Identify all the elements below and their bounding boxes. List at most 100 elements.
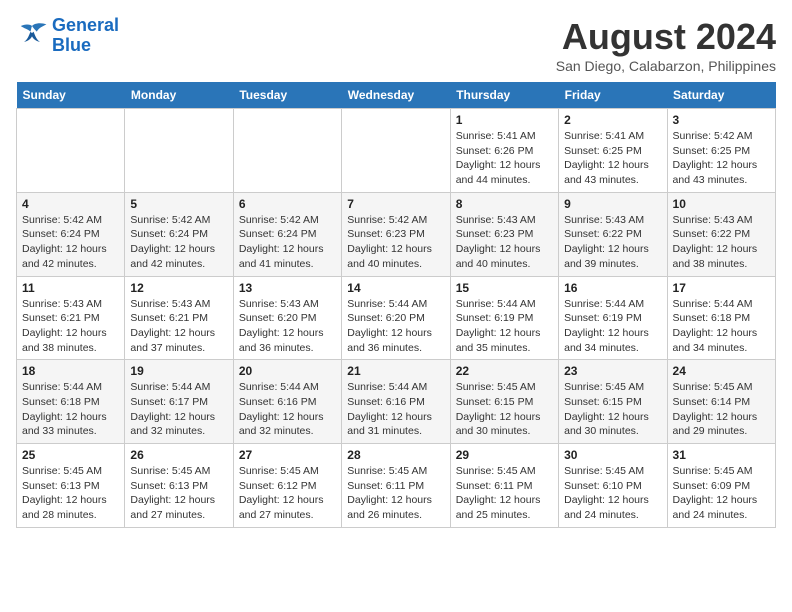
day-info: Sunrise: 5:45 AM Sunset: 6:11 PM Dayligh… — [347, 464, 444, 523]
day-number: 15 — [456, 281, 553, 295]
day-number: 27 — [239, 448, 336, 462]
day-info: Sunrise: 5:42 AM Sunset: 6:24 PM Dayligh… — [22, 213, 119, 272]
day-info: Sunrise: 5:44 AM Sunset: 6:19 PM Dayligh… — [564, 297, 661, 356]
day-header-tuesday: Tuesday — [233, 82, 341, 109]
calendar-cell: 26 Sunrise: 5:45 AM Sunset: 6:13 PM Dayli… — [125, 444, 233, 528]
day-info: Sunrise: 5:44 AM Sunset: 6:16 PM Dayligh… — [239, 380, 336, 439]
day-info: Sunrise: 5:45 AM Sunset: 6:15 PM Dayligh… — [564, 380, 661, 439]
calendar-week-row: 25 Sunrise: 5:45 AM Sunset: 6:13 PM Dayli… — [17, 444, 776, 528]
calendar-cell: 21 Sunrise: 5:44 AM Sunset: 6:16 PM Dayli… — [342, 360, 450, 444]
day-info: Sunrise: 5:45 AM Sunset: 6:13 PM Dayligh… — [22, 464, 119, 523]
day-number: 23 — [564, 364, 661, 378]
day-info: Sunrise: 5:45 AM Sunset: 6:09 PM Dayligh… — [673, 464, 770, 523]
day-info: Sunrise: 5:42 AM Sunset: 6:24 PM Dayligh… — [239, 213, 336, 272]
calendar-cell: 4 Sunrise: 5:42 AM Sunset: 6:24 PM Daylig… — [17, 192, 125, 276]
day-info: Sunrise: 5:44 AM Sunset: 6:19 PM Dayligh… — [456, 297, 553, 356]
calendar-cell: 12 Sunrise: 5:43 AM Sunset: 6:21 PM Dayli… — [125, 276, 233, 360]
day-info: Sunrise: 5:44 AM Sunset: 6:20 PM Dayligh… — [347, 297, 444, 356]
day-info: Sunrise: 5:44 AM Sunset: 6:16 PM Dayligh… — [347, 380, 444, 439]
day-info: Sunrise: 5:43 AM Sunset: 6:23 PM Dayligh… — [456, 213, 553, 272]
day-info: Sunrise: 5:41 AM Sunset: 6:26 PM Dayligh… — [456, 129, 553, 188]
day-number: 5 — [130, 197, 227, 211]
day-info: Sunrise: 5:44 AM Sunset: 6:18 PM Dayligh… — [673, 297, 770, 356]
day-number: 11 — [22, 281, 119, 295]
calendar-cell: 20Sunrise: 5:44 AM Sunset: 6:16 PM Dayli… — [233, 360, 341, 444]
calendar-cell: 13 Sunrise: 5:43 AM Sunset: 6:20 PM Dayli… — [233, 276, 341, 360]
calendar-week-row: 4 Sunrise: 5:42 AM Sunset: 6:24 PM Daylig… — [17, 192, 776, 276]
day-number: 6 — [239, 197, 336, 211]
calendar-cell: 30Sunrise: 5:45 AM Sunset: 6:10 PM Dayli… — [559, 444, 667, 528]
day-number: 4 — [22, 197, 119, 211]
day-info: Sunrise: 5:43 AM Sunset: 6:22 PM Dayligh… — [673, 213, 770, 272]
calendar-cell: 24 Sunrise: 5:45 AM Sunset: 6:14 PM Dayli… — [667, 360, 775, 444]
day-info: Sunrise: 5:45 AM Sunset: 6:13 PM Dayligh… — [130, 464, 227, 523]
day-info: Sunrise: 5:42 AM Sunset: 6:23 PM Dayligh… — [347, 213, 444, 272]
day-number: 16 — [564, 281, 661, 295]
calendar-cell: 3 Sunrise: 5:42 AM Sunset: 6:25 PM Daylig… — [667, 109, 775, 193]
day-header-friday: Friday — [559, 82, 667, 109]
calendar-cell: 31 Sunrise: 5:45 AM Sunset: 6:09 PM Dayli… — [667, 444, 775, 528]
calendar-week-row: 18Sunrise: 5:44 AM Sunset: 6:18 PM Dayli… — [17, 360, 776, 444]
day-info: Sunrise: 5:45 AM Sunset: 6:12 PM Dayligh… — [239, 464, 336, 523]
calendar-cell: 6 Sunrise: 5:42 AM Sunset: 6:24 PM Daylig… — [233, 192, 341, 276]
day-header-saturday: Saturday — [667, 82, 775, 109]
calendar-cell — [233, 109, 341, 193]
month-title: August 2024 — [556, 16, 776, 58]
calendar-cell: 1 Sunrise: 5:41 AM Sunset: 6:26 PM Daylig… — [450, 109, 558, 193]
day-number: 12 — [130, 281, 227, 295]
calendar-cell: 23 Sunrise: 5:45 AM Sunset: 6:15 PM Dayli… — [559, 360, 667, 444]
day-number: 28 — [347, 448, 444, 462]
day-number: 10 — [673, 197, 770, 211]
calendar-header-row: SundayMondayTuesdayWednesdayThursdayFrid… — [17, 82, 776, 109]
day-number: 13 — [239, 281, 336, 295]
calendar-cell: 16 Sunrise: 5:44 AM Sunset: 6:19 PM Dayli… — [559, 276, 667, 360]
day-info: Sunrise: 5:44 AM Sunset: 6:18 PM Dayligh… — [22, 380, 119, 439]
day-number: 19 — [130, 364, 227, 378]
day-number: 9 — [564, 197, 661, 211]
title-area: August 2024 San Diego, Calabarzon, Phili… — [556, 16, 776, 74]
calendar-cell: 22Sunrise: 5:45 AM Sunset: 6:15 PM Dayli… — [450, 360, 558, 444]
calendar-cell: 25 Sunrise: 5:45 AM Sunset: 6:13 PM Dayli… — [17, 444, 125, 528]
calendar-cell: 15 Sunrise: 5:44 AM Sunset: 6:19 PM Dayli… — [450, 276, 558, 360]
day-number: 29 — [456, 448, 553, 462]
calendar-cell: 2Sunrise: 5:41 AM Sunset: 6:25 PM Daylig… — [559, 109, 667, 193]
calendar-cell: 17Sunrise: 5:44 AM Sunset: 6:18 PM Dayli… — [667, 276, 775, 360]
calendar-cell: 9 Sunrise: 5:43 AM Sunset: 6:22 PM Daylig… — [559, 192, 667, 276]
day-number: 7 — [347, 197, 444, 211]
page-header: General Blue August 2024 San Diego, Cala… — [16, 16, 776, 74]
calendar-cell: 7 Sunrise: 5:42 AM Sunset: 6:23 PM Daylig… — [342, 192, 450, 276]
calendar-cell: 18Sunrise: 5:44 AM Sunset: 6:18 PM Dayli… — [17, 360, 125, 444]
calendar-table: SundayMondayTuesdayWednesdayThursdayFrid… — [16, 82, 776, 528]
day-number: 25 — [22, 448, 119, 462]
calendar-week-row: 1 Sunrise: 5:41 AM Sunset: 6:26 PM Daylig… — [17, 109, 776, 193]
day-info: Sunrise: 5:43 AM Sunset: 6:21 PM Dayligh… — [130, 297, 227, 356]
day-number: 24 — [673, 364, 770, 378]
day-number: 8 — [456, 197, 553, 211]
day-info: Sunrise: 5:42 AM Sunset: 6:25 PM Dayligh… — [673, 129, 770, 188]
day-number: 30 — [564, 448, 661, 462]
calendar-cell: 8 Sunrise: 5:43 AM Sunset: 6:23 PM Daylig… — [450, 192, 558, 276]
calendar-week-row: 11 Sunrise: 5:43 AM Sunset: 6:21 PM Dayli… — [17, 276, 776, 360]
calendar-cell: 11Sunrise: 5:43 AM Sunset: 6:21 PM Dayli… — [17, 276, 125, 360]
day-header-sunday: Sunday — [17, 82, 125, 109]
day-number: 21 — [347, 364, 444, 378]
day-info: Sunrise: 5:43 AM Sunset: 6:20 PM Dayligh… — [239, 297, 336, 356]
day-info: Sunrise: 5:45 AM Sunset: 6:14 PM Dayligh… — [673, 380, 770, 439]
calendar-cell: 19Sunrise: 5:44 AM Sunset: 6:17 PM Dayli… — [125, 360, 233, 444]
day-number: 22 — [456, 364, 553, 378]
calendar-cell — [342, 109, 450, 193]
day-number: 1 — [456, 113, 553, 127]
day-number: 31 — [673, 448, 770, 462]
day-number: 2 — [564, 113, 661, 127]
day-info: Sunrise: 5:42 AM Sunset: 6:24 PM Dayligh… — [130, 213, 227, 272]
logo-bird-icon — [16, 22, 48, 50]
day-info: Sunrise: 5:43 AM Sunset: 6:22 PM Dayligh… — [564, 213, 661, 272]
logo: General Blue — [16, 16, 119, 56]
day-header-monday: Monday — [125, 82, 233, 109]
day-number: 3 — [673, 113, 770, 127]
calendar-cell — [125, 109, 233, 193]
calendar-cell — [17, 109, 125, 193]
day-number: 26 — [130, 448, 227, 462]
day-info: Sunrise: 5:45 AM Sunset: 6:11 PM Dayligh… — [456, 464, 553, 523]
calendar-cell: 5 Sunrise: 5:42 AM Sunset: 6:24 PM Daylig… — [125, 192, 233, 276]
